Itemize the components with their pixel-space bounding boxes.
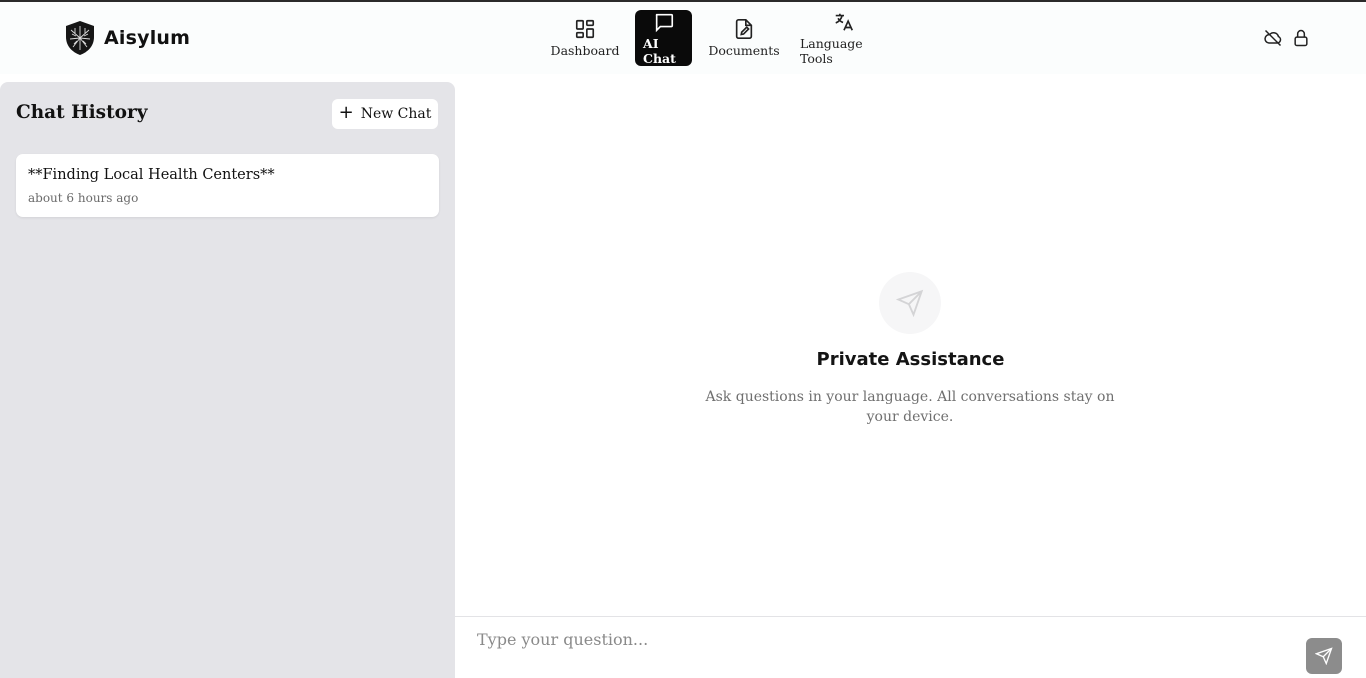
empty-state-icon-circle: [879, 272, 941, 334]
send-icon: [896, 289, 924, 317]
cloud-off-icon[interactable]: [1263, 28, 1283, 48]
document-edit-icon: [735, 19, 753, 39]
chat-history-item[interactable]: **Finding Local Health Centers** about 6…: [16, 154, 439, 217]
plus-icon: +: [338, 102, 354, 123]
nav-language-tools[interactable]: Language Tools: [792, 10, 896, 66]
empty-state-title: Private Assistance: [816, 349, 1005, 370]
new-chat-label: New Chat: [360, 106, 432, 122]
main-nav: Dashboard AI Chat Documents Language Too…: [547, 10, 896, 66]
nav-documents[interactable]: Documents: [704, 10, 784, 66]
shield-logo-icon: [66, 21, 94, 55]
nav-ai-chat-label: AI Chat: [643, 35, 676, 66]
send-icon: [1315, 647, 1333, 665]
chat-history-sidebar: Chat History + New Chat **Finding Local …: [0, 82, 455, 678]
chat-history-item-title: **Finding Local Health Centers**: [28, 167, 275, 183]
top-header: Aisylum Dashboard AI Chat Documents Lang…: [0, 2, 1366, 74]
app-name: Aisylum: [104, 27, 191, 49]
nav-documents-label: Documents: [708, 43, 780, 58]
chat-bubble-icon: [655, 13, 673, 32]
header-status-icons: [1263, 28, 1311, 48]
nav-ai-chat[interactable]: AI Chat: [635, 10, 692, 66]
lock-icon[interactable]: [1291, 28, 1311, 48]
message-composer: [455, 616, 1366, 678]
new-chat-button[interactable]: + New Chat: [332, 99, 438, 129]
send-button[interactable]: [1306, 638, 1342, 674]
nav-language-tools-label: Language Tools: [800, 35, 863, 66]
nav-dashboard-label: Dashboard: [550, 43, 620, 58]
brand[interactable]: Aisylum: [64, 20, 190, 56]
nav-dashboard[interactable]: Dashboard: [547, 10, 623, 66]
translate-icon: [835, 13, 854, 31]
dashboard-grid-icon: [575, 19, 595, 39]
sidebar-title: Chat History: [16, 102, 148, 123]
chat-history-item-time: about 6 hours ago: [28, 191, 139, 205]
question-input[interactable]: [477, 627, 1277, 651]
chat-main-panel: Private Assistance Ask questions in your…: [455, 82, 1366, 678]
empty-state-subtitle: Ask questions in your language. All conv…: [705, 389, 1115, 425]
